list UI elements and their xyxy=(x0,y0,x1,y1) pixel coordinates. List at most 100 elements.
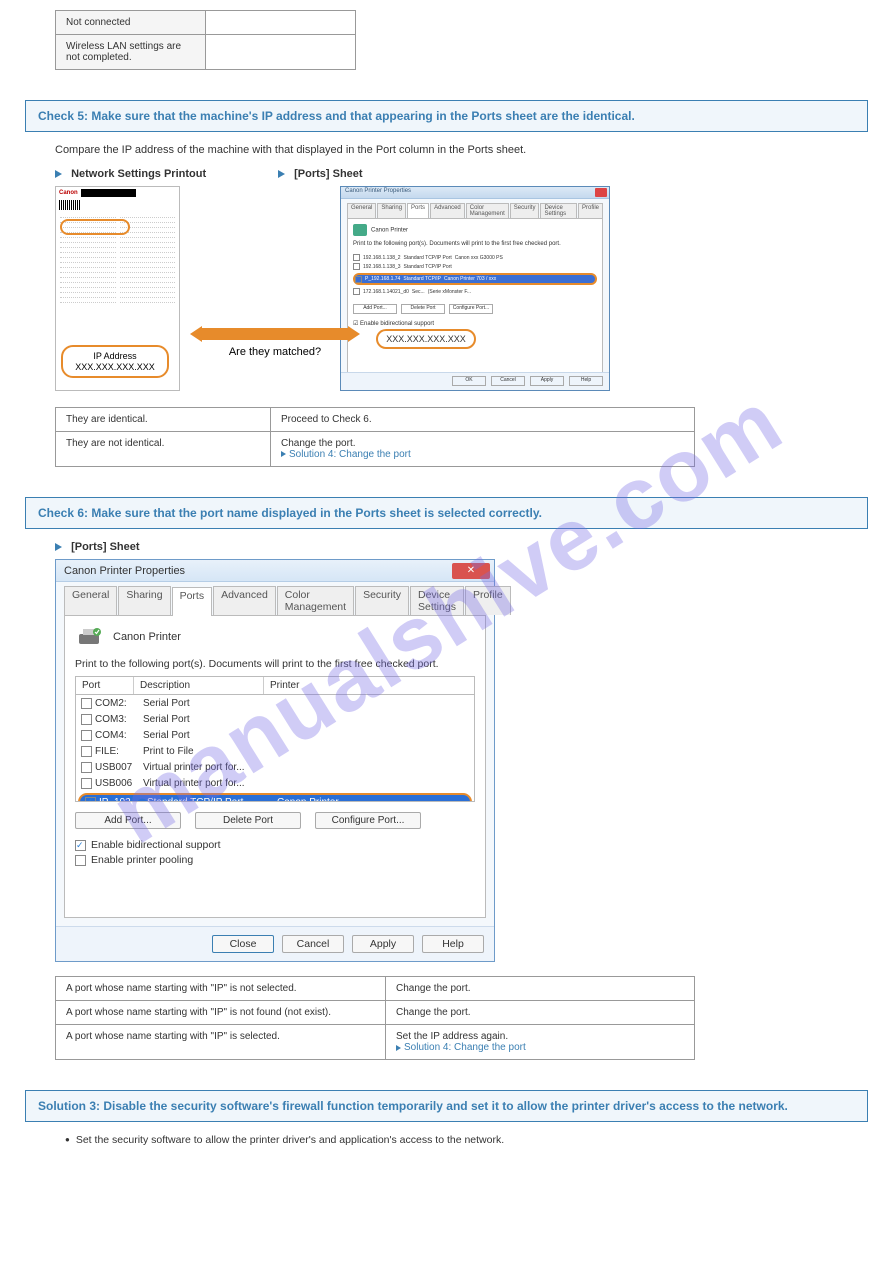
cell-label: Not connected xyxy=(56,11,206,35)
tab-advanced[interactable]: Advanced xyxy=(430,203,465,218)
port-row[interactable]: USB007Virtual printer port for... xyxy=(76,759,474,775)
cell: Change the port. xyxy=(386,1001,695,1025)
pane-description: Print to the following port(s). Document… xyxy=(75,658,475,670)
enable-bidi-checkbox[interactable]: ☑ Enable bidirectional support xyxy=(353,320,597,327)
match-question: Are they matched? xyxy=(190,346,360,358)
tab-profile[interactable]: Profile xyxy=(578,203,603,218)
port-row-selected[interactable]: IP_192....Standard TCP/IP PortCanon Prin… xyxy=(78,793,472,802)
table-row: A port whose name starting with "IP" is … xyxy=(56,1025,695,1060)
check5-instruction: Compare the IP address of the machine wi… xyxy=(55,144,868,156)
ip-label: IP Address xyxy=(66,351,164,361)
tab-color-management[interactable]: Color Management xyxy=(466,203,509,218)
dialog-button-bar: Close Cancel Apply Help xyxy=(56,926,494,961)
table-row: A port whose name starting with "IP" is … xyxy=(56,977,695,1001)
tab-profile[interactable]: Profile xyxy=(465,586,511,615)
legend-ports-sheet: [Ports] Sheet xyxy=(294,168,362,180)
check5-heading: Check 5: Make sure that the machine's IP… xyxy=(25,100,868,132)
barcode-icon xyxy=(59,200,81,210)
chevron-right-icon xyxy=(55,170,62,178)
col-port: Port xyxy=(76,677,134,694)
solution3-heading: Solution 3: Disable the security softwar… xyxy=(25,1090,868,1122)
cell: Change the port. Solution 4: Change the … xyxy=(271,432,695,467)
cell: A port whose name starting with "IP" is … xyxy=(56,1001,386,1025)
help-button[interactable]: Help xyxy=(422,935,484,953)
printer-name: Canon Printer xyxy=(371,228,408,234)
close-icon[interactable] xyxy=(595,188,607,197)
printer-icon xyxy=(75,626,103,648)
port-row[interactable]: COM4:Serial Port xyxy=(76,727,474,743)
cancel-button[interactable]: Cancel xyxy=(491,376,525,386)
tab-strip: General Sharing Ports Advanced Color Man… xyxy=(56,582,494,615)
tab-security[interactable]: Security xyxy=(355,586,409,615)
port-list[interactable]: COM2:Serial Port COM3:Serial Port COM4:S… xyxy=(75,694,475,802)
delete-port-button[interactable]: Delete Port xyxy=(195,812,301,829)
apply-button[interactable]: Apply xyxy=(352,935,414,953)
port-row-selected[interactable]: P_192.168.1.74Standard TCP/IPCanon Print… xyxy=(353,273,597,285)
tab-sharing[interactable]: Sharing xyxy=(377,203,406,218)
port-row[interactable]: FILE:Print to File xyxy=(76,743,474,759)
cell: A port whose name starting with "IP" is … xyxy=(56,977,386,1001)
help-button[interactable]: Help xyxy=(569,376,603,386)
port-row[interactable]: COM3:Serial Port xyxy=(76,711,474,727)
ip-address-callout-right: XXX.XXX.XXX.XXX xyxy=(376,329,476,349)
highlight-network-section xyxy=(60,219,130,235)
double-arrow-icon xyxy=(190,326,360,342)
tab-device-settings[interactable]: Device Settings xyxy=(540,203,577,218)
tab-strip: General Sharing Ports Advanced Color Man… xyxy=(347,203,603,218)
window-title: Canon Printer Properties xyxy=(345,188,411,194)
cell: Set the IP address again. Solution 4: Ch… xyxy=(386,1025,695,1060)
add-port-button[interactable]: Add Port... xyxy=(353,304,397,314)
configure-port-button[interactable]: Configure Port... xyxy=(449,304,493,314)
tab-ports[interactable]: Ports xyxy=(172,587,213,616)
tab-general[interactable]: General xyxy=(347,203,376,218)
pane-description: Print to the following port(s). Document… xyxy=(353,241,597,247)
solution-link[interactable]: Solution 4: Change the port xyxy=(289,449,411,460)
printer-name: Canon Printer xyxy=(113,631,181,643)
ip-mask: XXX.XXX.XXX.XXX xyxy=(66,362,164,372)
add-port-button[interactable]: Add Port... xyxy=(75,812,181,829)
check5-result-table: They are identical. Proceed to Check 6. … xyxy=(55,407,695,467)
cell: They are identical. xyxy=(56,408,271,432)
table-row: Not connected xyxy=(56,11,356,35)
tab-security[interactable]: Security xyxy=(510,203,540,218)
enable-pooling-checkbox[interactable]: Enable printer pooling xyxy=(75,854,475,866)
close-button[interactable]: Close xyxy=(212,935,274,953)
tab-sharing[interactable]: Sharing xyxy=(118,586,170,615)
solution-link[interactable]: Solution 4: Change the port xyxy=(404,1042,526,1053)
chevron-right-icon xyxy=(281,451,286,457)
chevron-right-icon xyxy=(55,543,62,551)
cell: Proceed to Check 6. xyxy=(271,408,695,432)
cell: Change the port. xyxy=(386,977,695,1001)
tab-general[interactable]: General xyxy=(64,586,117,615)
cell-value xyxy=(206,35,356,70)
ok-button[interactable]: OK xyxy=(452,376,486,386)
legend-settings-printout: Network Settings Printout xyxy=(71,168,206,180)
port-list: 192.168.1.138_2Standard TCP/IP PortCanon… xyxy=(353,253,597,296)
window-title: Canon Printer Properties xyxy=(64,565,185,577)
configure-port-button[interactable]: Configure Port... xyxy=(315,812,421,829)
tab-advanced[interactable]: Advanced xyxy=(213,586,276,615)
enable-bidi-checkbox[interactable]: Enable bidirectional support xyxy=(75,839,475,851)
cell-label: Wireless LAN settings are not completed. xyxy=(56,35,206,70)
tab-device-settings[interactable]: Device Settings xyxy=(410,586,464,615)
check6-heading: Check 6: Make sure that the port name di… xyxy=(25,497,868,529)
cell: A port whose name starting with "IP" is … xyxy=(56,1025,386,1060)
cell-text: Set the IP address again. xyxy=(396,1031,684,1042)
cell: They are not identical. xyxy=(56,432,271,467)
chevron-right-icon xyxy=(278,170,285,178)
port-row[interactable]: COM2:Serial Port xyxy=(76,695,474,711)
port-list-header: Port Description Printer xyxy=(75,676,475,694)
tab-color-management[interactable]: Color Management xyxy=(277,586,354,615)
cell-text: Change the port. xyxy=(281,438,684,449)
delete-port-button[interactable]: Delete Port xyxy=(401,304,445,314)
close-icon[interactable]: ✕ xyxy=(452,563,490,579)
cell-value xyxy=(206,11,356,35)
apply-button[interactable]: Apply xyxy=(530,376,564,386)
port-row[interactable]: USB006Virtual printer port for... xyxy=(76,775,474,791)
col-printer: Printer xyxy=(264,677,474,694)
printout-title-bar xyxy=(81,189,136,197)
cancel-button[interactable]: Cancel xyxy=(282,935,344,953)
chevron-right-icon xyxy=(396,1045,401,1051)
tab-ports[interactable]: Ports xyxy=(407,203,429,218)
col-description: Description xyxy=(134,677,264,694)
